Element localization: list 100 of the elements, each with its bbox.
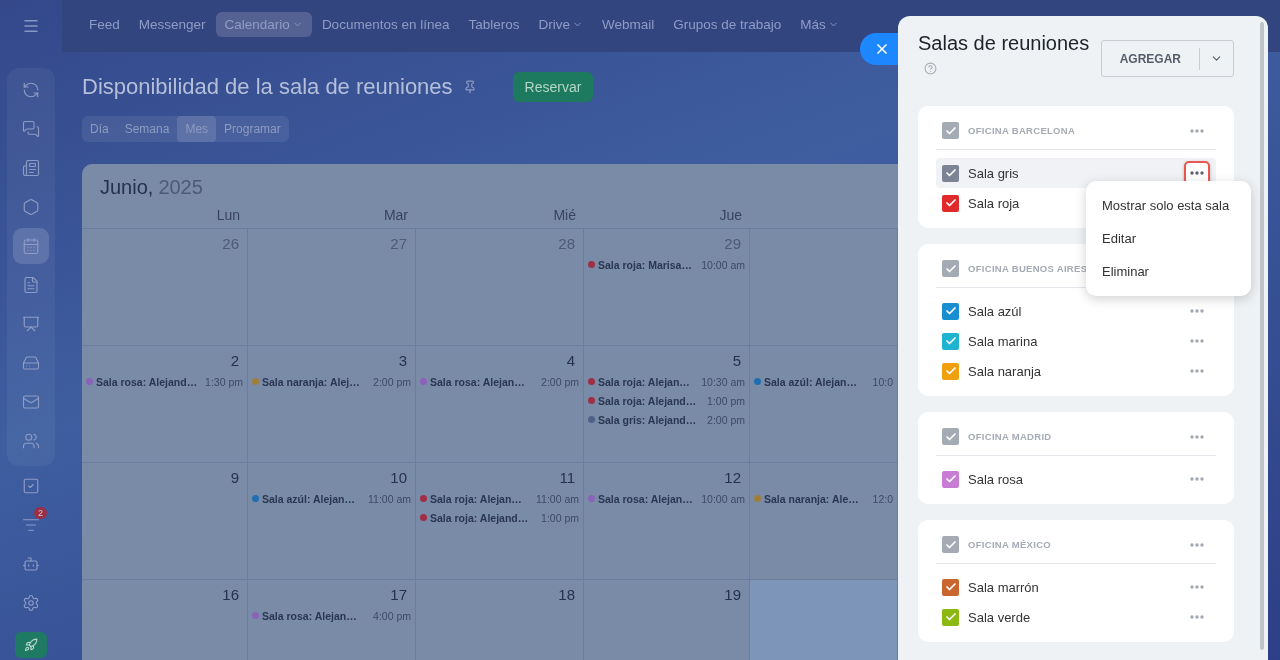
nav-tab[interactable]: Webmail bbox=[593, 12, 664, 37]
more-icon bbox=[1190, 369, 1204, 373]
checkbox[interactable] bbox=[942, 608, 959, 626]
nav-tab[interactable]: Más bbox=[791, 12, 848, 37]
event-title[interactable]: Sala roja: Marisa… bbox=[598, 258, 699, 271]
nav-tab[interactable]: Documentos en línea bbox=[312, 12, 459, 37]
event-title[interactable]: Sala gris: Alejand… bbox=[598, 413, 705, 426]
room-row[interactable]: Sala verde bbox=[936, 602, 1216, 632]
check-icon bbox=[944, 305, 957, 317]
room-name: Sala marrón bbox=[968, 579, 1039, 595]
nav-tab[interactable]: Calendario bbox=[215, 12, 312, 37]
menu-icon[interactable] bbox=[22, 17, 40, 35]
calendar-icon bbox=[22, 236, 40, 255]
event-title[interactable]: Sala naranja: Ale… bbox=[764, 492, 870, 505]
weekday-label: Mié bbox=[553, 207, 576, 223]
pin-icon[interactable] bbox=[462, 80, 477, 94]
event-title[interactable]: Sala roja: Alejand… bbox=[598, 394, 705, 407]
day-number: 12 bbox=[724, 469, 741, 486]
close-icon bbox=[874, 41, 890, 57]
nav-tab[interactable]: Messenger bbox=[129, 12, 215, 37]
close-button[interactable] bbox=[860, 33, 900, 65]
add-button[interactable]: AGREGAR bbox=[1101, 47, 1200, 70]
view-tab[interactable]: Semana bbox=[116, 116, 178, 142]
group-name: OFICINA BARCELONA bbox=[968, 125, 1076, 136]
day-number: 2 bbox=[230, 352, 239, 369]
checkbox[interactable] bbox=[942, 260, 959, 277]
checkbox[interactable] bbox=[942, 332, 959, 350]
panel-title: Salas de reuniones bbox=[918, 32, 1090, 55]
event-title[interactable]: Sala rosa: Alejan… bbox=[598, 492, 699, 505]
chat-icon bbox=[22, 119, 40, 138]
nav-tab[interactable]: Drive bbox=[529, 12, 592, 37]
nav-tab[interactable]: Feed bbox=[80, 12, 129, 37]
view-tab[interactable]: Programar bbox=[216, 116, 289, 142]
sidebar-button[interactable]: 2 bbox=[13, 506, 49, 543]
event-title[interactable]: Sala naranja: Alej… bbox=[262, 375, 371, 388]
event-time: 12:0 bbox=[872, 492, 893, 505]
document-icon bbox=[22, 275, 40, 294]
event-title[interactable]: Sala roja: Alejan… bbox=[598, 375, 699, 388]
event-title[interactable]: Sala azúl: Alejan… bbox=[764, 375, 870, 388]
event-title[interactable]: Sala rosa: Alejan… bbox=[262, 609, 371, 622]
room-name: Sala azúl bbox=[968, 303, 1022, 319]
event-time: 11:00 am bbox=[536, 492, 579, 505]
checkbox[interactable] bbox=[942, 536, 959, 553]
day-number: 4 bbox=[566, 352, 575, 369]
room-row[interactable]: Sala azúl bbox=[936, 296, 1216, 326]
checkbox[interactable] bbox=[942, 122, 959, 139]
sidebar-button[interactable] bbox=[13, 227, 49, 264]
day-number: 18 bbox=[558, 586, 575, 603]
day-number: 16 bbox=[222, 586, 239, 603]
event-time: 1:00 pm bbox=[707, 394, 745, 407]
menu-item[interactable]: Editar bbox=[1086, 222, 1251, 255]
month-label: Junio, bbox=[100, 176, 154, 198]
event-title[interactable]: Sala roja: Alejand… bbox=[430, 511, 539, 524]
group-name: OFICINA MADRID bbox=[968, 431, 1052, 442]
room-row[interactable]: Sala marina bbox=[936, 326, 1216, 356]
group-name: OFICINA MÉXICO bbox=[968, 539, 1051, 550]
users-icon bbox=[22, 431, 40, 450]
reserve-button[interactable]: Reservar bbox=[512, 72, 594, 102]
more-icon bbox=[1190, 339, 1204, 343]
check-icon bbox=[944, 473, 957, 485]
event-time: 4:00 pm bbox=[373, 609, 411, 622]
checkbox[interactable] bbox=[942, 362, 959, 380]
event-time: 10:00 am bbox=[701, 258, 745, 271]
more-icon bbox=[1190, 171, 1204, 175]
rocket-button[interactable] bbox=[15, 632, 47, 658]
nav-tab[interactable]: Tableros bbox=[459, 12, 529, 37]
mail-icon bbox=[22, 392, 40, 411]
news-icon bbox=[22, 158, 40, 177]
day-number: 5 bbox=[732, 352, 741, 369]
menu-item[interactable]: Mostrar solo esta sala bbox=[1086, 189, 1251, 222]
checkbox[interactable] bbox=[942, 194, 959, 212]
event-time: 10:00 am bbox=[701, 492, 745, 505]
room-row[interactable]: Sala naranja bbox=[936, 356, 1216, 386]
more-icon bbox=[1190, 128, 1204, 133]
day-number: 19 bbox=[724, 586, 741, 603]
checkbox[interactable] bbox=[942, 164, 959, 182]
room-row[interactable]: Sala rosa bbox=[936, 464, 1216, 494]
event-title[interactable]: Sala roja: Alejan… bbox=[430, 492, 533, 505]
day-number: 10 bbox=[390, 469, 407, 486]
event-time: 1:30 pm bbox=[205, 375, 243, 388]
scrollbar[interactable] bbox=[1260, 22, 1264, 650]
event-time: 10:30 am bbox=[701, 375, 745, 388]
checkbox[interactable] bbox=[942, 428, 959, 445]
checkbox[interactable] bbox=[942, 470, 959, 488]
check-icon bbox=[944, 262, 957, 275]
room-row[interactable]: Sala marrón bbox=[936, 572, 1216, 602]
menu-item[interactable]: Eliminar bbox=[1086, 255, 1251, 288]
checkbox[interactable] bbox=[942, 578, 959, 596]
nav-tab[interactable]: Grupos de trabajo bbox=[664, 12, 791, 37]
check-icon bbox=[944, 365, 957, 377]
checkbox[interactable] bbox=[942, 302, 959, 320]
task-icon bbox=[22, 476, 40, 495]
room-row[interactable]: Sala gris bbox=[936, 158, 1216, 188]
view-tab[interactable]: Día bbox=[82, 116, 117, 142]
event-title[interactable]: Sala rosa: Alejand… bbox=[96, 375, 203, 388]
help-icon[interactable] bbox=[924, 62, 937, 75]
event-title[interactable]: Sala azúl: Alejan… bbox=[262, 492, 365, 505]
event-title[interactable]: Sala rosa: Alejan… bbox=[430, 375, 539, 388]
settings-icon bbox=[22, 593, 40, 612]
room-name: Sala rosa bbox=[968, 471, 1023, 487]
